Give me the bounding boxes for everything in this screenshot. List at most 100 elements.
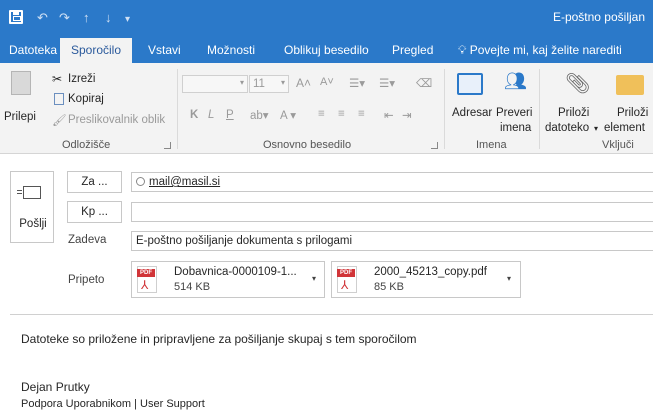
check-names-label-2: imena [500, 122, 532, 134]
copy-button[interactable]: Kopiraj [52, 92, 122, 108]
clipboard-launcher-icon[interactable] [164, 142, 171, 149]
attachment-name: 2000_45213_copy.pdf [374, 266, 487, 278]
format-painter-button[interactable]: 🖌︎ Preslikovalnik oblik [52, 113, 172, 129]
check-names-icon: 👥︎ [504, 71, 527, 91]
underline-button[interactable]: P [226, 109, 234, 121]
font-name-box[interactable]: ▾ [182, 75, 248, 93]
highlight-icon[interactable]: ab▾ [250, 108, 269, 122]
tab-options[interactable]: Možnosti [201, 38, 261, 63]
address-book-label: Adresar [452, 107, 493, 119]
to-button[interactable]: Za ... [67, 171, 122, 193]
redo-icon[interactable]: ↷ [59, 9, 70, 27]
bullets-icon[interactable]: ☰▾ [349, 76, 365, 90]
address-book-icon [457, 73, 483, 95]
scissors-icon: ✂ [52, 72, 63, 86]
align-right-icon[interactable]: ≡ [358, 108, 365, 120]
italic-button[interactable]: L [208, 109, 214, 121]
customize-icon[interactable]: ▾ [125, 11, 130, 29]
ribbon: Prilepi ✂ Izreži Kopiraj 🖌︎ Preslikovaln… [0, 63, 653, 154]
increase-indent-icon[interactable]: ⇥ [402, 108, 412, 122]
tab-insert[interactable]: Vstavi [142, 38, 187, 63]
send-button[interactable]: Pošlji [10, 171, 54, 243]
signature-title[interactable]: Podpora Uporabnikom | User Support [21, 398, 205, 410]
signature-name[interactable]: Dejan Prutky [21, 380, 90, 394]
up-arrow-icon[interactable]: ↑ [83, 9, 90, 27]
undo-icon[interactable]: ↶ [37, 9, 48, 27]
basic-text-group-label: Osnovno besedilo [263, 139, 352, 151]
attachment-dropdown-icon[interactable]: ▾ [312, 274, 316, 283]
attachment-item[interactable]: PDF ⅄ Dobavnica-0000109-1... 514 KB ▾ [131, 261, 325, 298]
ribbon-tabs: Datoteka Sporočilo Vstavi Možnosti Oblik… [0, 38, 653, 63]
align-left-icon[interactable]: ≡ [318, 108, 325, 120]
font-color-icon[interactable]: A ▾ [280, 108, 296, 122]
clipboard-group-label: Odložišče [62, 139, 111, 151]
clear-format-icon[interactable]: ⌫ [416, 76, 432, 90]
tell-me-label: Povejte mi, kaj želite narediti [469, 43, 622, 57]
attachment-size: 514 KB [174, 281, 211, 293]
pdf-icon: PDF ⅄ [137, 266, 157, 293]
attach-file-button[interactable]: 📎︎ Priloži datoteko ▾ [543, 69, 601, 135]
cc-button[interactable]: Kp ... [67, 201, 122, 223]
check-names-label-1: Preveri [496, 107, 533, 119]
tab-message[interactable]: Sporočilo [60, 38, 132, 63]
brush-icon: 🖌︎ [52, 115, 67, 127]
address-book-button[interactable]: Adresar [449, 69, 493, 131]
attachment-dropdown-icon[interactable]: ▾ [507, 274, 511, 283]
cut-button[interactable]: ✂ Izreži [52, 72, 112, 88]
save-icon[interactable] [9, 10, 23, 24]
copy-icon [54, 93, 64, 105]
paste-label: Prilepi [4, 111, 36, 123]
format-painter-label: Preslikovalnik oblik [68, 114, 166, 126]
cc-field[interactable] [131, 202, 653, 222]
cut-label: Izreži [68, 73, 96, 85]
send-label: Pošlji [19, 218, 47, 230]
attachment-name: Dobavnica-0000109-1... [174, 266, 297, 278]
grow-font-icon[interactable]: A˄ [296, 76, 311, 90]
paste-button[interactable]: Prilepi [4, 69, 38, 129]
tell-me-box[interactable]: 💡︎ Povejte mi, kaj želite narediti [454, 38, 628, 63]
to-recipient[interactable]: mail@masil.si [149, 176, 220, 188]
copy-label: Kopiraj [68, 93, 104, 105]
attach-file-label-1: Priloži [558, 107, 590, 119]
attach-item-label-2: element [604, 122, 645, 134]
check-names-button[interactable]: 👥︎ Preveri imena [494, 69, 534, 135]
tab-format-text[interactable]: Oblikuj besedilo [278, 38, 375, 63]
names-group-label: Imena [476, 139, 507, 151]
attach-item-label-1: Priloži [617, 107, 649, 119]
divider [539, 69, 540, 149]
attachment-size: 85 KB [374, 281, 404, 293]
align-center-icon[interactable]: ≡ [338, 108, 345, 120]
message-body-text[interactable]: Datoteke so priložene in pripravljene za… [21, 332, 417, 346]
font-size-box[interactable]: 11 ▾ [249, 75, 289, 93]
subject-field[interactable]: E-poštno pošiljanje dokumenta s prilogam… [131, 231, 653, 251]
decrease-indent-icon[interactable]: ⇤ [384, 108, 394, 122]
send-icon [17, 186, 41, 199]
lightbulb-icon: 💡︎ [458, 43, 467, 57]
paperclip-icon: 📎︎ [565, 73, 591, 95]
attach-file-dropdown-icon: ▾ [594, 124, 599, 133]
shrink-font-icon[interactable]: A˅ [320, 76, 334, 88]
subject-label: Zadeva [68, 234, 107, 246]
attach-item-button[interactable]: Priloži element [604, 69, 653, 135]
title-bar: ↶ ↷ ↑ ↓ ▾ E-poštno pošiljan [0, 0, 653, 38]
tab-file[interactable]: Datoteka [3, 38, 63, 63]
divider [177, 69, 178, 149]
font-size-dropdown-icon: ▾ [280, 78, 285, 87]
include-group-label: Vključi [602, 139, 634, 151]
basic-text-launcher-icon[interactable] [431, 142, 438, 149]
window-title: E-poštno pošiljan [552, 10, 645, 24]
down-arrow-icon[interactable]: ↓ [105, 9, 112, 27]
pdf-icon: PDF ⅄ [337, 266, 357, 293]
to-field[interactable]: mail@masil.si [131, 172, 653, 192]
attach-file-label-2: datoteko [545, 122, 590, 134]
divider [444, 69, 445, 149]
envelope-icon [616, 75, 644, 95]
tab-review[interactable]: Pregled [386, 38, 439, 63]
attached-label: Pripeto [68, 274, 105, 286]
attachment-item[interactable]: PDF ⅄ 2000_45213_copy.pdf 85 KB ▾ [331, 261, 521, 298]
bold-button[interactable]: K [190, 109, 198, 121]
numbering-icon[interactable]: ☰▾ [379, 76, 395, 90]
font-dropdown-icon: ▾ [239, 78, 244, 87]
font-size-value: 11 [253, 78, 265, 90]
header-body-divider [10, 314, 653, 315]
